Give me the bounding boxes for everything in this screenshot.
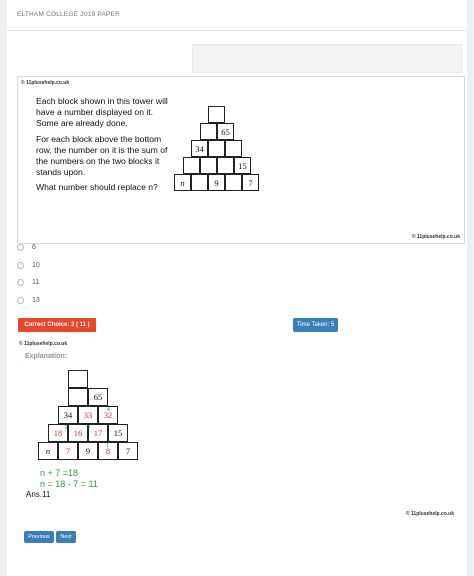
tower-block: 34 <box>58 406 78 424</box>
step-note: 1 <box>106 443 109 449</box>
option-2[interactable]: 10 <box>17 259 137 271</box>
step-note: 4 <box>107 407 110 413</box>
option-1[interactable]: 6 <box>17 241 137 253</box>
next-button[interactable]: Next <box>56 531 76 543</box>
equation-line: n + 7 =18 <box>40 468 79 478</box>
tower-block <box>68 388 88 406</box>
time-taken-badge: Time Taken: 5 <box>293 318 338 332</box>
tower-block: 9 <box>208 174 225 191</box>
page: ELTHAM COLLEGE 2019 PAPER © 11plusehelp.… <box>7 0 467 576</box>
tower-block: 9 <box>78 442 98 460</box>
tower-block: 7 <box>118 442 138 460</box>
tower-block: 15 <box>234 157 251 174</box>
tower-block <box>200 157 217 174</box>
option-label: 13 <box>32 296 40 304</box>
tower-block: 34 <box>191 140 208 157</box>
answer-text: Ans.11 <box>26 490 51 499</box>
option-3[interactable]: 11 <box>17 276 137 288</box>
tower-block <box>225 140 242 157</box>
explanation-label: Explanation: <box>25 353 68 360</box>
question-paragraph: For each block above the bottom row, the… <box>36 133 168 178</box>
tower-block <box>183 157 200 174</box>
tower-block-solved: 33 <box>78 406 98 424</box>
tower-block: 7 <box>242 174 259 191</box>
radio-button[interactable] <box>17 243 24 251</box>
question-paragraph: Each block shown in this tower will have… <box>36 96 168 129</box>
step-note: 2 <box>65 425 68 431</box>
tower-block-solved: 7 <box>58 442 78 460</box>
tower-block <box>225 174 242 191</box>
copyright-label: © 11plusehelp.co.uk <box>405 511 454 517</box>
tower-block <box>208 140 225 157</box>
paper-title: ELTHAM COLLEGE 2019 PAPER <box>17 11 121 18</box>
tower-block-solved: 16 <box>68 424 88 442</box>
copyright-label: © 11plusehelp.co.uk <box>21 80 70 86</box>
tower-block <box>208 106 225 123</box>
tower-block <box>217 157 234 174</box>
question-prompt: What number should replace n? <box>36 182 158 193</box>
tower-block: 65 <box>217 123 234 140</box>
radio-button[interactable] <box>17 261 24 269</box>
equation-line: n = 18 - 7 = 11 <box>40 479 98 489</box>
radio-button[interactable] <box>17 278 24 286</box>
option-label: 11 <box>32 278 40 286</box>
option-label: 10 <box>32 261 40 269</box>
step-note: 3 <box>87 425 90 431</box>
tower-block <box>200 123 217 140</box>
tower-block <box>191 174 208 191</box>
option-label: 6 <box>32 243 36 251</box>
tower-block <box>68 370 88 388</box>
tower-block-solved: 17 <box>88 424 108 442</box>
copyright-label: © 11plusehelp.co.uk <box>19 341 68 347</box>
question-text: Each block shown in this tower will have… <box>36 96 176 198</box>
option-4[interactable]: 13 <box>17 294 137 306</box>
page-header: ELTHAM COLLEGE 2019 PAPER <box>7 0 467 31</box>
placeholder-bar <box>192 44 462 73</box>
correct-choice-badge: Correct Choice: 3 ( 11 ) <box>18 318 96 332</box>
tower-block-n: n <box>174 174 191 191</box>
copyright-label: © 11plusehelp.co.uk <box>411 234 460 240</box>
radio-button[interactable] <box>17 296 24 304</box>
tower-block-n: n <box>38 442 58 460</box>
tower-block: 65 <box>88 388 108 406</box>
previous-button[interactable]: Previous <box>24 531 54 543</box>
tower-block: 15 <box>108 424 128 442</box>
question-box: © 11plusehelp.co.uk Each block shown in … <box>17 76 465 244</box>
